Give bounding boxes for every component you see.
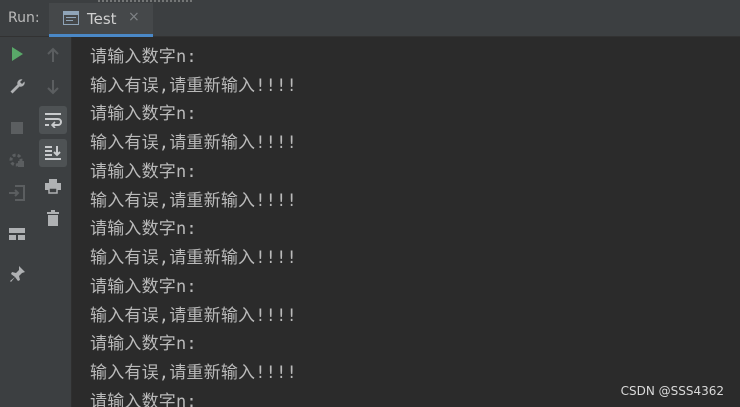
- console-line: 请输入数字n:: [90, 162, 197, 182]
- close-icon[interactable]: ×: [128, 9, 140, 25]
- tab-test[interactable]: Test ×: [49, 3, 153, 37]
- print-icon[interactable]: [42, 175, 64, 197]
- console-line: 请输入数字n:: [90, 219, 197, 239]
- console-line: 请输入数字n:: [90, 334, 197, 354]
- run-icon[interactable]: [6, 43, 28, 65]
- run-tool-window: Run: Test × 请输入数字n: 输入有误,请重新输入!!!! 请输入数字…: [0, 0, 740, 407]
- run-label: Run:: [8, 10, 40, 26]
- cut-off-text-fragment: [98, 0, 193, 2]
- console-line: 输入有误,请重新输入!!!!: [90, 76, 297, 96]
- console-toolbar: [33, 37, 72, 407]
- console-line: 输入有误,请重新输入!!!!: [90, 363, 297, 383]
- soft-wrap-icon[interactable]: [39, 106, 67, 134]
- run-panel-header: Run: Test ×: [0, 3, 740, 37]
- console-line: 输入有误,请重新输入!!!!: [90, 133, 297, 153]
- layout-icon[interactable]: [6, 223, 28, 245]
- console-line: 请输入数字n:: [90, 47, 197, 67]
- console-line: 请输入数字n:: [90, 104, 197, 124]
- tab-label: Test: [87, 10, 117, 28]
- scroll-to-end-icon[interactable]: [39, 139, 67, 167]
- stop-icon[interactable]: [6, 117, 28, 139]
- rerun-settings-icon[interactable]: [6, 149, 28, 171]
- console-line: 输入有误,请重新输入!!!!: [90, 191, 297, 211]
- left-toolbar: [0, 37, 33, 407]
- console-line: 输入有误,请重新输入!!!!: [90, 306, 297, 326]
- wrench-icon[interactable]: [6, 75, 28, 97]
- arrow-down-icon[interactable]: [42, 76, 64, 98]
- console-window-icon: [63, 10, 79, 25]
- console-line: 请输入数字n:: [90, 392, 197, 407]
- console-output[interactable]: 请输入数字n: 输入有误,请重新输入!!!! 请输入数字n: 输入有误,请重新输…: [73, 37, 740, 407]
- arrow-up-icon[interactable]: [42, 44, 64, 66]
- pin-icon[interactable]: [6, 263, 28, 285]
- trash-icon[interactable]: [42, 207, 64, 229]
- console-line: 请输入数字n:: [90, 277, 197, 297]
- exit-icon[interactable]: [6, 182, 28, 204]
- console-line: 输入有误,请重新输入!!!!: [90, 248, 297, 268]
- watermark: CSDN @SSS4362: [620, 384, 724, 398]
